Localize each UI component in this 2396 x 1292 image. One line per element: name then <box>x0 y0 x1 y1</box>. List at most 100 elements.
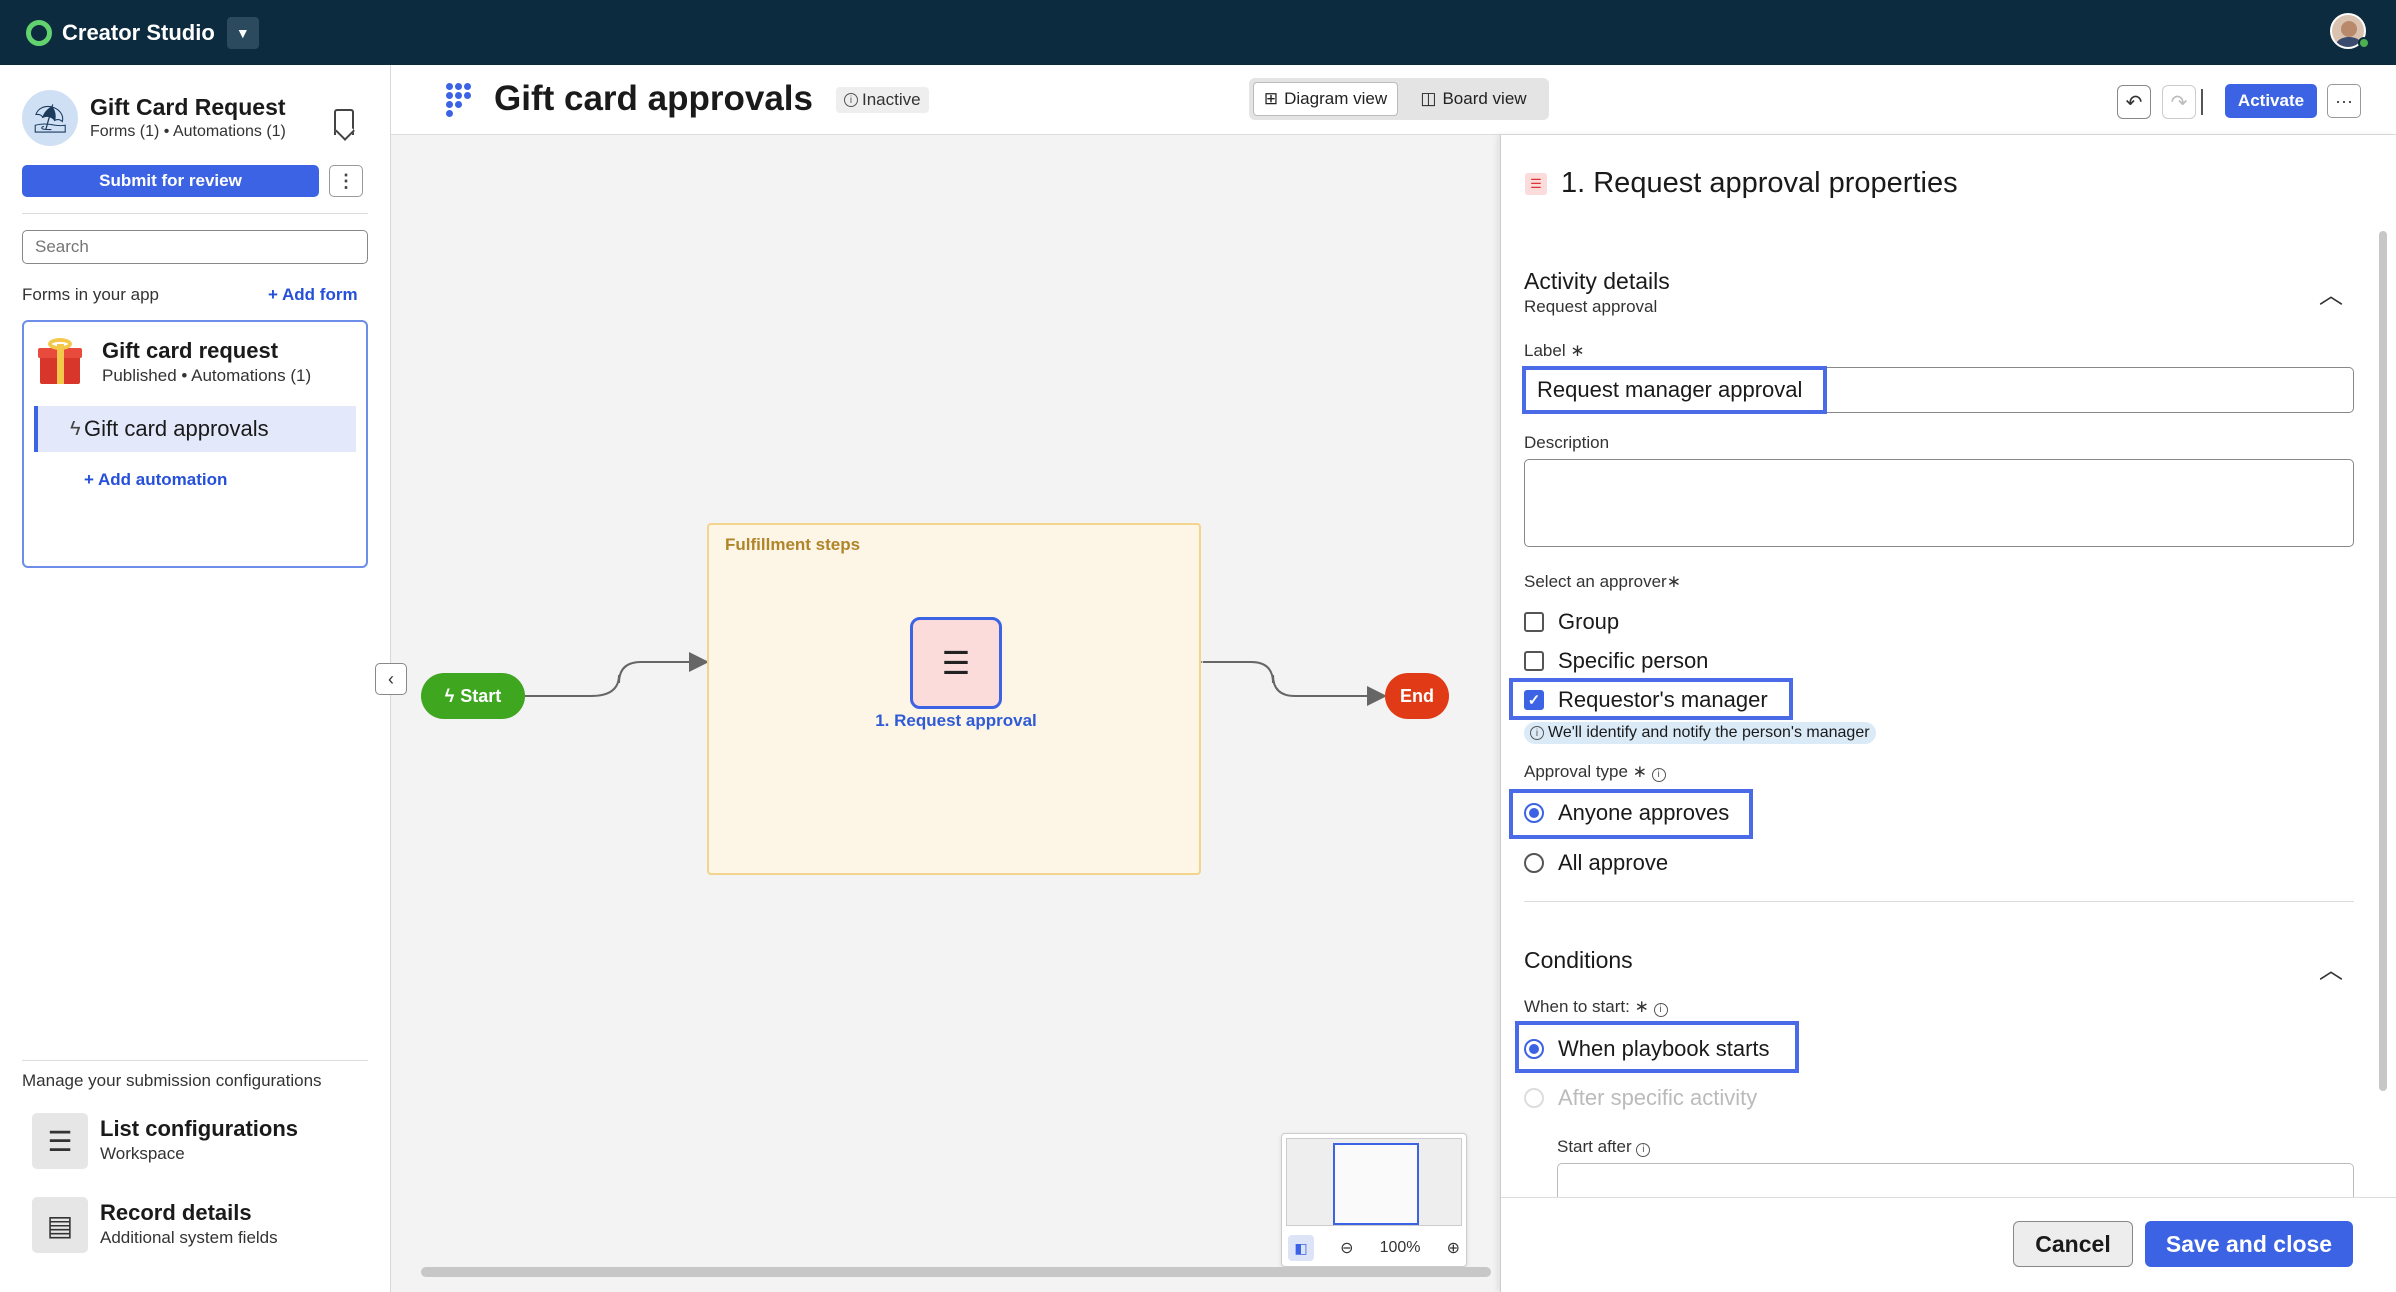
submit-for-review-button[interactable]: Submit for review <box>22 165 319 197</box>
undo-button[interactable]: ↶ <box>2117 85 2151 119</box>
label-field-label: Label ∗ <box>1524 341 1585 360</box>
add-form-link[interactable]: + Add form <box>268 285 358 305</box>
info-icon: i <box>1530 726 1544 740</box>
approver-label: Select an approver∗ <box>1524 572 1681 591</box>
board-icon: ◫ <box>1420 89 1437 108</box>
status-text: Inactive <box>862 90 921 109</box>
start-node[interactable]: ϟ Start <box>421 673 525 719</box>
diagram-canvas[interactable]: ‹ Fulfillment steps ϟ Start ☰ 1. Request… <box>375 135 1500 1292</box>
info-icon[interactable]: i <box>1636 1142 1651 1157</box>
connector-start-to-group <box>525 652 709 697</box>
radio <box>1524 1088 1544 1108</box>
board-view-button[interactable]: ◫ Board view <box>1402 82 1545 116</box>
option-label: Anyone approves <box>1558 800 1730 825</box>
chevron-up-icon[interactable]: ︿ <box>2319 275 2343 310</box>
search-input[interactable] <box>22 230 368 264</box>
end-node[interactable]: End <box>1385 673 1449 719</box>
panel-footer: Cancel Save and close <box>1501 1197 2396 1292</box>
checkbox[interactable] <box>1524 651 1544 671</box>
more-options-button[interactable]: ··· <box>2327 84 2361 118</box>
gift-icon <box>38 338 82 384</box>
approval-type-label: Approval type ∗ i <box>1524 762 1666 782</box>
forms-section-label: Forms in your app <box>22 285 159 304</box>
radio[interactable] <box>1524 853 1544 873</box>
minimap-frame[interactable] <box>1333 1143 1419 1225</box>
info-icon[interactable]: i <box>1651 767 1666 782</box>
option-label: All approve <box>1558 850 1669 875</box>
save-and-close-button[interactable]: Save and close <box>2145 1221 2353 1267</box>
redo-button[interactable]: ↷ <box>2162 85 2196 119</box>
activity-details-subtitle: Request approval <box>1524 297 1658 316</box>
zoom-out-icon[interactable]: ⊖ <box>1340 1238 1353 1258</box>
checkbox[interactable] <box>1524 612 1544 632</box>
brand[interactable]: Creator Studio <box>26 19 215 46</box>
bolt-icon: ϟ <box>70 418 81 440</box>
page-title: Gift card approvals <box>494 79 813 118</box>
bolt-icon: ϟ <box>444 685 455 706</box>
workflow-icon <box>446 83 480 117</box>
manage-configs-label: Manage your submission configurations <box>22 1071 322 1090</box>
left-sidebar: ⛱ Gift Card Request Forms (1) • Automati… <box>0 65 391 1292</box>
cancel-button[interactable]: Cancel <box>2013 1221 2133 1267</box>
task-label[interactable]: 1. Request approval <box>851 711 1061 731</box>
config-title: Record details <box>100 1200 252 1225</box>
start-label: Start <box>460 685 502 706</box>
option-label: Group <box>1558 609 1620 634</box>
minimap-viewport[interactable] <box>1286 1138 1462 1226</box>
description-label: Description <box>1524 433 1610 452</box>
properties-panel: ☰ 1. Request approval properties Activit… <box>1500 135 2396 1292</box>
radio[interactable] <box>1524 1039 1544 1059</box>
approver-hint: i We'll identify and notify the person's… <box>1524 722 1876 744</box>
list-icon: ☰ <box>1525 172 1547 195</box>
panel-title: ☰ 1. Request approval properties <box>1525 167 1958 200</box>
config-title: List configurations <box>100 1116 298 1141</box>
when-to-start-label: When to start: ∗ i <box>1524 997 1668 1017</box>
conditions-title: Conditions <box>1524 947 1633 973</box>
bookmark-icon[interactable] <box>334 109 354 135</box>
app-subtitle: Forms (1) • Automations (1) <box>90 123 286 140</box>
option-label: Requestor's manager <box>1558 687 1768 712</box>
activate-button[interactable]: Activate <box>2225 84 2317 118</box>
description-input[interactable] <box>1524 459 2354 547</box>
top-bar: Creator Studio ▼ <box>0 0 2396 65</box>
option-label: When playbook starts <box>1558 1036 1770 1061</box>
more-options-button[interactable]: ⋮ <box>329 165 363 197</box>
config-item-list-configurations[interactable]: ☰ List configurations Workspace <box>32 1113 362 1173</box>
chevron-down-icon[interactable]: ▼ <box>226 16 259 49</box>
info-icon[interactable]: i <box>1653 1002 1668 1017</box>
radio[interactable] <box>1524 803 1544 823</box>
config-subtitle: Additional system fields <box>100 1228 278 1247</box>
approver-option-group[interactable]: Group <box>1524 609 1619 635</box>
status-badge: i Inactive <box>836 87 929 113</box>
panel-scrollbar[interactable] <box>2379 231 2387 1091</box>
activity-details-title: Activity details <box>1524 268 1670 294</box>
checkbox[interactable]: ✓ <box>1524 690 1544 710</box>
approver-option-requestors-manager[interactable]: ✓ Requestor's manager <box>1524 687 1768 713</box>
automation-item-gift-card-approvals[interactable]: Gift card approvals <box>34 406 356 452</box>
approval-type-anyone-approves[interactable]: Anyone approves <box>1524 800 1729 826</box>
approver-option-specific-person[interactable]: Specific person <box>1524 648 1708 674</box>
zoom-in-icon[interactable]: ⊕ <box>1447 1238 1460 1258</box>
add-automation-link[interactable]: + Add automation <box>84 470 227 490</box>
config-item-record-details[interactable]: ▤ Record details Additional system field… <box>32 1197 362 1257</box>
divider <box>1524 901 2354 902</box>
minimap[interactable]: ◧ ⊖ 100% ⊕ <box>1281 1133 1467 1267</box>
diagram-view-button[interactable]: ⊞ Diagram view <box>1253 82 1398 116</box>
diagram-view-label: Diagram view <box>1284 89 1388 108</box>
request-approval-node[interactable]: ☰ <box>910 617 1002 709</box>
label-input[interactable] <box>1524 367 2354 413</box>
form-card[interactable]: Gift card request Published • Automation… <box>22 320 368 568</box>
start-option-when-playbook-starts[interactable]: When playbook starts <box>1524 1036 1770 1062</box>
brand-name: Creator Studio <box>62 19 215 45</box>
approval-type-all-approve[interactable]: All approve <box>1524 850 1668 876</box>
divider <box>2201 89 2203 115</box>
fit-view-icon[interactable]: ◧ <box>1288 1235 1314 1261</box>
chevron-up-icon[interactable]: ︿ <box>2319 950 2343 985</box>
view-toggle: ⊞ Diagram view ◫ Board view <box>1249 78 1549 120</box>
divider <box>22 213 368 214</box>
collapse-sidebar-button[interactable]: ‹ <box>375 663 407 695</box>
list-icon: ☰ <box>941 645 971 681</box>
option-label: Specific person <box>1558 648 1709 673</box>
info-icon: i <box>844 93 858 107</box>
horizontal-scrollbar[interactable] <box>421 1267 1491 1277</box>
